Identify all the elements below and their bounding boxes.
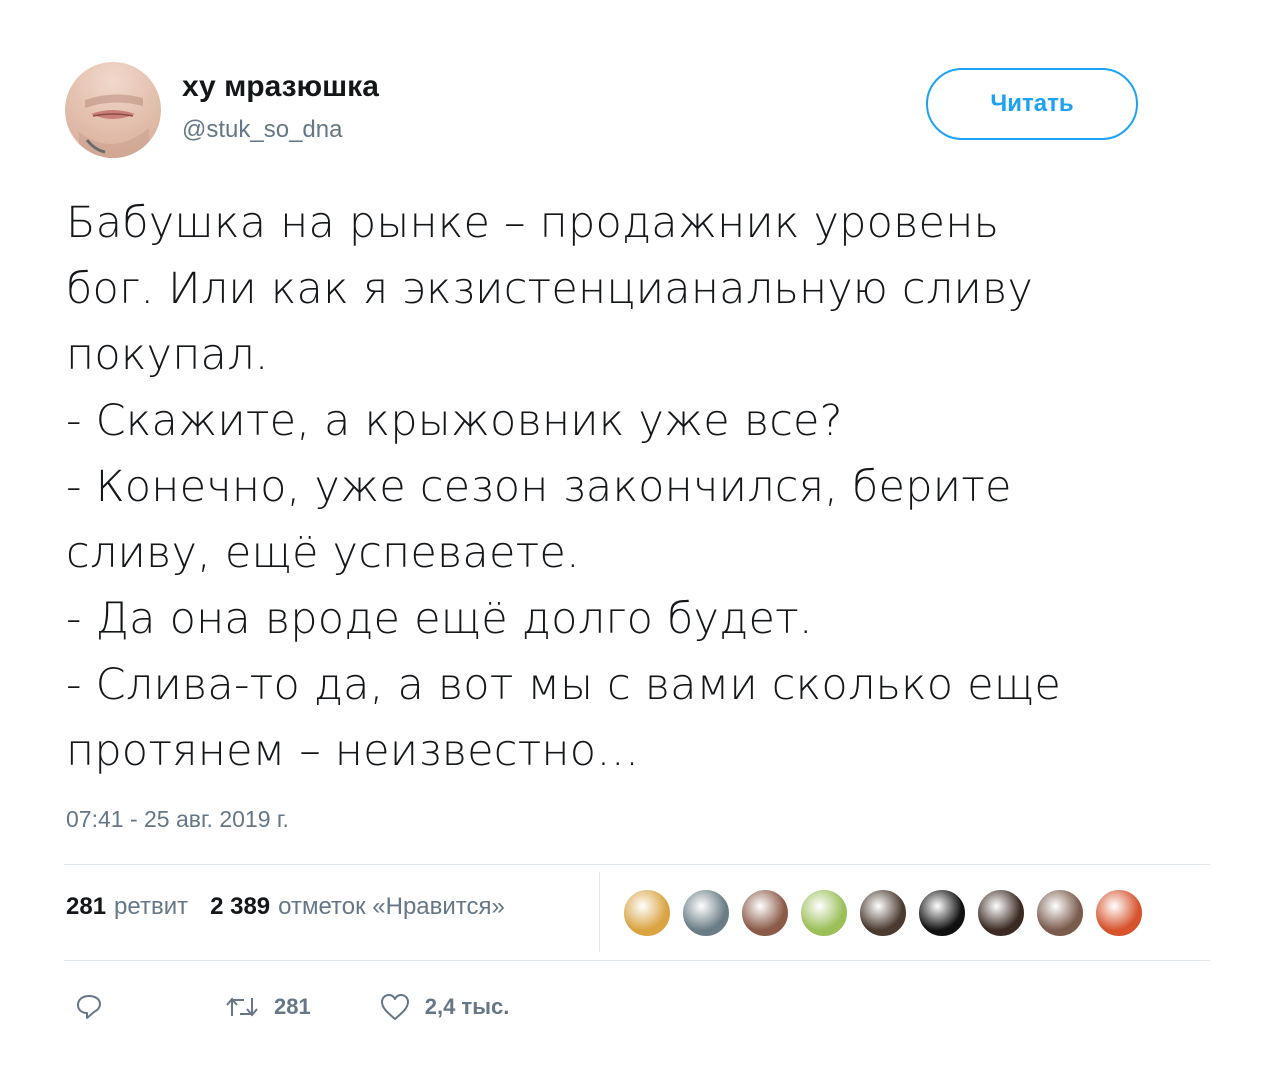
retweet-icon [226, 997, 258, 1017]
liker-7-avatar[interactable] [976, 888, 1026, 938]
likes-label[interactable]: отметок «Нравится» [278, 893, 505, 921]
liker-2-avatar[interactable] [681, 888, 731, 938]
tweet-stats: 281 ретвит 2 389 отметок «Нравится» [66, 893, 505, 921]
liker-8-avatar[interactable] [1035, 888, 1085, 938]
author-avatar[interactable] [65, 62, 161, 158]
tweet-timestamp[interactable]: 07:41 - 25 авг. 2019 г. [66, 806, 289, 833]
avatar-face-image [79, 94, 149, 158]
liker-3-avatar[interactable] [740, 888, 790, 938]
author-handle[interactable]: @stuk_so_dna [182, 116, 342, 144]
liker-5-avatar[interactable] [858, 888, 908, 938]
retweets-count[interactable]: 281 [66, 893, 106, 921]
liker-6-avatar[interactable] [917, 888, 967, 938]
liker-4-avatar[interactable] [799, 888, 849, 938]
liker-1-avatar[interactable] [622, 888, 672, 938]
likers-avatars [622, 888, 1153, 938]
reply-button[interactable] [74, 992, 104, 1022]
likes-count[interactable]: 2 389 [210, 893, 270, 921]
retweet-count: 281 [274, 994, 311, 1019]
retweets-label[interactable]: ретвит [114, 893, 188, 921]
divider-bottom [64, 960, 1210, 961]
author-display-name[interactable]: ху мразюшка [182, 70, 379, 104]
stats-separator [599, 872, 600, 952]
divider-top [64, 864, 1210, 865]
like-button[interactable]: 2,4 тыс. [379, 992, 510, 1022]
reply-icon [77, 995, 101, 1019]
tweet-text: Бабушка на рынке – продажник уровень бог… [66, 198, 1062, 776]
tweet-actions: 281 2,4 тыс. [74, 992, 509, 1022]
liker-9-avatar[interactable] [1094, 888, 1144, 938]
retweet-button[interactable]: 281 [224, 992, 311, 1022]
heart-icon [380, 994, 409, 1020]
follow-button[interactable]: Читать [926, 68, 1138, 140]
like-count: 2,4 тыс. [424, 994, 510, 1019]
